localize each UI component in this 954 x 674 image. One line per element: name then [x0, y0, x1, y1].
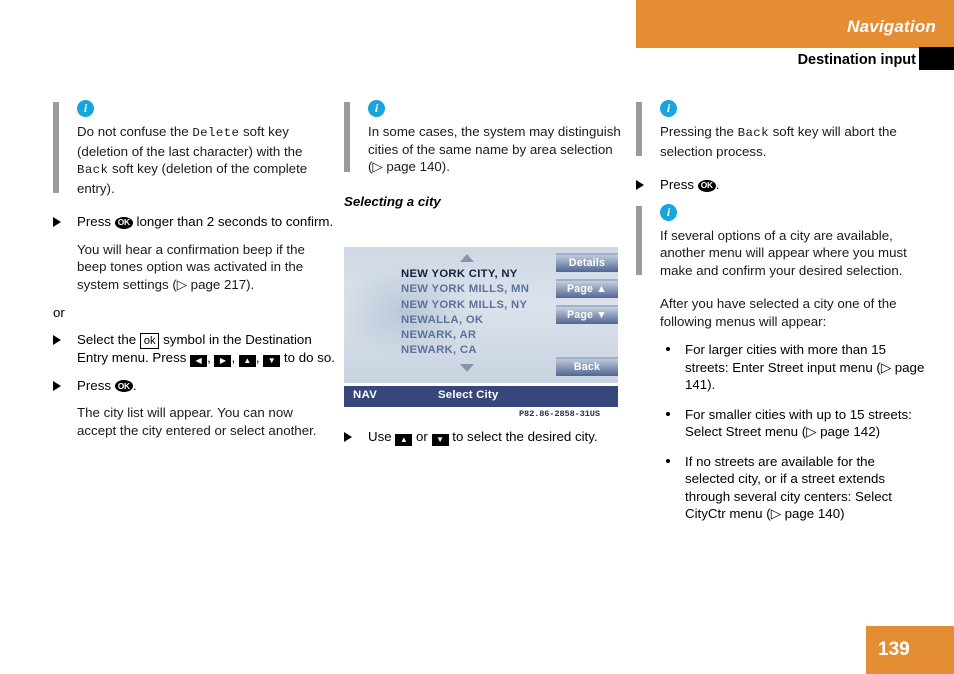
step-bullet-icon — [636, 180, 644, 190]
note-text-before: Pressing the — [660, 124, 738, 139]
page-title: Navigation — [847, 17, 936, 36]
note-text: Pressing the Back soft key will abort th… — [660, 123, 926, 160]
ok-button-icon: OK — [114, 216, 133, 229]
nav-screen-title: Select City — [438, 389, 499, 401]
step-text-after: to do so. — [280, 349, 335, 365]
arrow-up-key-icon: ▲ — [395, 434, 413, 446]
delete-softkey-label: Delete — [192, 126, 240, 140]
ok-button-icon: OK — [697, 179, 716, 192]
arrow-down-key-icon: ▼ — [263, 354, 281, 367]
list-item[interactable]: NEW YORK MILLS, NY — [401, 298, 529, 313]
list-item-label: For larger cities with more than 15 stre… — [685, 342, 925, 392]
ok-button-icon: OK — [114, 380, 133, 392]
bullet-dot-icon — [666, 347, 670, 351]
bullet-dot-icon — [666, 411, 670, 416]
step-text-before: Press — [77, 214, 115, 229]
note-side-bar — [53, 102, 59, 193]
note-text-part1: Do not confuse the — [77, 124, 193, 139]
column-two-lower: Use ▲ or ▼ to select the desired city. — [344, 428, 626, 456]
page-subtitle: Destination input — [797, 52, 916, 68]
page-up-softkey[interactable]: Page ▲ — [556, 279, 618, 298]
step-bullet-icon — [344, 432, 352, 442]
bullet-dot-icon — [666, 458, 670, 463]
details-softkey[interactable]: Details — [556, 253, 618, 272]
city-list[interactable]: NEW YORK CITY, NY NEW YORK MILLS, MN NEW… — [401, 267, 529, 359]
paragraph-beep-confirmation: You will hear a confirmation beep if the… — [77, 241, 305, 292]
step-text-before: Select the — [77, 331, 140, 347]
step-text-after: longer than 2 seconds to confirm. — [132, 214, 334, 229]
section-heading-selecting-a-city: Selecting a city — [344, 193, 441, 209]
ok-symbol-boxed-icon: ok — [139, 332, 160, 349]
figure-code: P82.86-2858-31US — [519, 409, 600, 419]
note-side-bar — [636, 102, 642, 156]
list-item[interactable]: NEWARK, AR — [401, 328, 529, 343]
step-text-middle: or — [412, 429, 432, 444]
step-bullet-icon — [53, 334, 61, 345]
arrow-down-key-icon: ▼ — [431, 434, 449, 446]
step-use-arrows-select-city: Use ▲ or ▼ to select the desired city. — [344, 428, 626, 446]
paragraph-city-list: The city list will appear. You can now a… — [77, 405, 317, 438]
note-text: If several options of a city are availab… — [660, 227, 907, 278]
note-side-bar — [344, 102, 350, 172]
step-text-before: Use — [368, 429, 396, 444]
nav-screen-status-bar: NAV Select City — [344, 386, 618, 407]
info-note-delete-back: i Do not confuse the Delete soft key (de… — [53, 100, 335, 197]
info-note-back-aborts: i Pressing the Back soft key will abort … — [636, 100, 926, 160]
list-item[interactable]: NEWARK, CA — [401, 343, 529, 358]
scroll-down-indicator-icon — [460, 364, 474, 372]
info-note-several-options: i If several options of a city are avail… — [636, 203, 926, 280]
note-text: In some cases, the system may distinguis… — [368, 124, 621, 174]
info-icon: i — [368, 100, 385, 117]
list-item[interactable]: NEWALLA, OK — [401, 313, 529, 328]
step-text-after: . — [715, 177, 720, 192]
back-softkey-label: Back — [737, 126, 769, 140]
scroll-up-indicator-icon — [460, 254, 474, 262]
list-item: For larger cities with more than 15 stre… — [660, 341, 926, 394]
info-icon: i — [660, 100, 677, 117]
step-select-ok-symbol: Select the ok symbol in the Destination … — [53, 331, 335, 367]
page-number: 139 — [866, 626, 954, 674]
paragraph-following-menus: After you have selected a city one of th… — [660, 296, 897, 329]
info-note-area-selection: i In some cases, the system may distingu… — [344, 100, 626, 176]
nav-mode-label: NAV — [353, 389, 378, 401]
step-bullet-icon — [53, 380, 61, 391]
list-item-label: If no streets are available for the sele… — [685, 453, 892, 522]
note-text: Do not confuse the Delete soft key (dele… — [77, 123, 335, 197]
section-tab-marker — [919, 47, 954, 70]
or-separator: or — [53, 305, 65, 320]
arrow-left-key-icon: ◀ — [190, 354, 208, 367]
info-icon: i — [660, 203, 677, 221]
column-two: i In some cases, the system may distingu… — [344, 100, 626, 218]
step-bullet-icon — [53, 217, 61, 227]
menu-options-list: For larger cities with more than 15 stre… — [636, 341, 926, 523]
step-press-ok: Press OK. — [636, 176, 926, 194]
step-text-before: Press — [660, 177, 698, 192]
list-item-label: For smaller cities with up to 15 streets… — [685, 406, 912, 440]
note-text-part3: soft key (deletion of the complete entry… — [77, 161, 308, 196]
step-press-ok-long: Press OK longer than 2 seconds to confir… — [53, 213, 335, 231]
step-text-after: to select the desired city. — [448, 429, 598, 444]
list-item[interactable]: NEW YORK CITY, NY — [401, 267, 529, 282]
back-softkey-label: Back — [77, 163, 109, 177]
nav-screen-figure: NEW YORK CITY, NY NEW YORK MILLS, MN NEW… — [344, 247, 618, 383]
step-press-ok: Press OK. — [53, 377, 335, 395]
list-item[interactable]: NEW YORK MILLS, MN — [401, 282, 529, 297]
list-item: If no streets are available for the sele… — [660, 453, 926, 523]
info-icon: i — [77, 100, 94, 117]
back-softkey[interactable]: Back — [556, 357, 618, 376]
step-text-after: . — [132, 377, 137, 393]
page-down-softkey[interactable]: Page ▼ — [556, 305, 618, 324]
column-three: i Pressing the Back soft key will abort … — [636, 100, 926, 535]
list-item: For smaller cities with up to 15 streets… — [660, 406, 926, 441]
arrow-up-key-icon: ▲ — [238, 354, 256, 367]
note-side-bar — [636, 205, 642, 275]
arrow-right-key-icon: ▶ — [214, 354, 232, 367]
column-one: i Do not confuse the Delete soft key (de… — [53, 100, 335, 450]
step-text-before: Press — [77, 377, 115, 393]
